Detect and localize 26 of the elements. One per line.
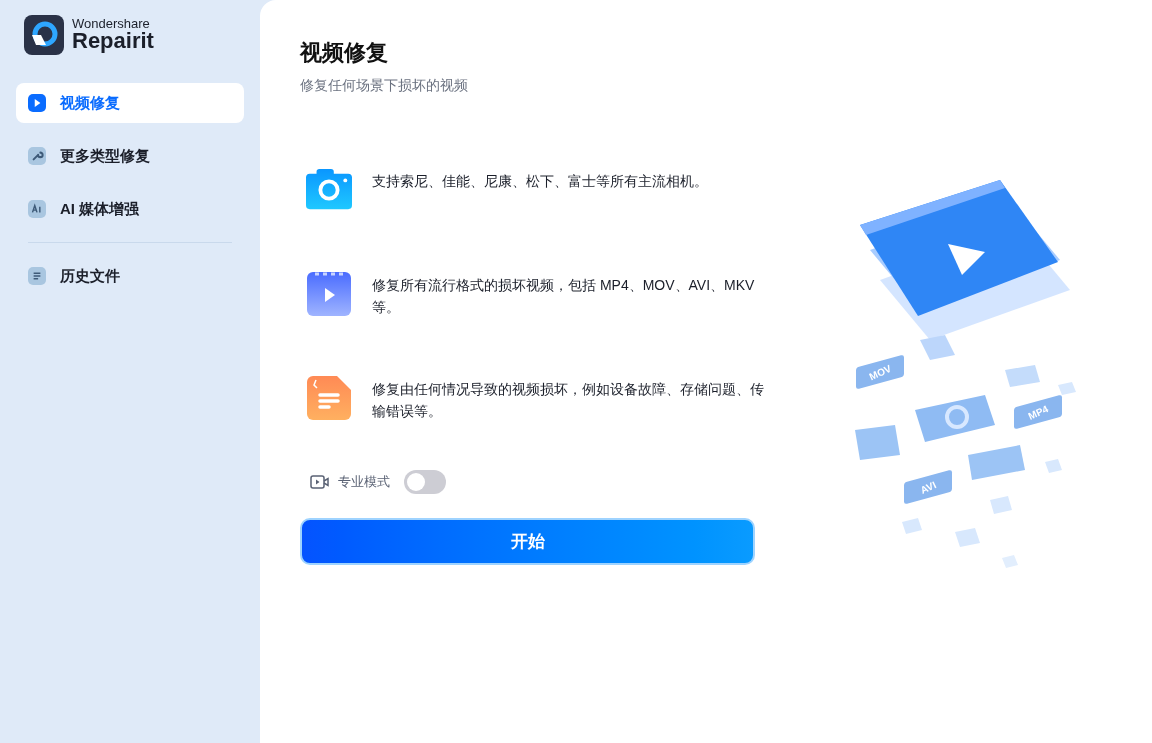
pro-mode-toggle[interactable] — [404, 470, 446, 494]
list-icon — [28, 267, 46, 285]
file-format-label: MOV — [867, 362, 893, 383]
video-camera-icon — [310, 474, 330, 490]
file-format-label: AVI — [918, 479, 938, 496]
sidebar-item[interactable]: 更多类型修复 — [16, 136, 244, 176]
document-icon — [307, 376, 351, 420]
feature-description: 修复所有流行格式的损坏视频，包括 MP4、MOV、AVI、MKV 等。 — [372, 276, 756, 317]
file-format-label: MP4 — [1026, 403, 1050, 422]
brand-company: Wondershare — [72, 17, 151, 30]
feature-description: 支持索尼、佳能、尼康、松下、富士等所有主流相机。 — [372, 172, 709, 191]
sidebar-item[interactable]: 历史文件 — [16, 256, 244, 296]
app-logo-icon — [24, 14, 64, 55]
pro-mode-label: 专业模式 — [338, 473, 390, 492]
start-button[interactable]: 开始 — [300, 518, 755, 565]
brand-product: Repairit — [72, 30, 154, 52]
page-subtitle: 修复任何场景下损坏的视频 — [300, 76, 469, 95]
camera-icon — [306, 168, 352, 210]
ai-icon — [28, 200, 46, 218]
play-icon — [28, 94, 46, 112]
sidebar-item[interactable]: 视频修复 — [16, 83, 244, 123]
wrench-icon — [28, 147, 46, 165]
page-title: 视频修复 — [300, 39, 389, 67]
sidebar-item[interactable]: AI 媒体增强 — [16, 189, 244, 229]
video-icon — [307, 272, 351, 316]
feature-description: 修复由任何情况导致的视频损坏，例如设备故障、存储问题、传输错误等。 — [372, 380, 765, 421]
